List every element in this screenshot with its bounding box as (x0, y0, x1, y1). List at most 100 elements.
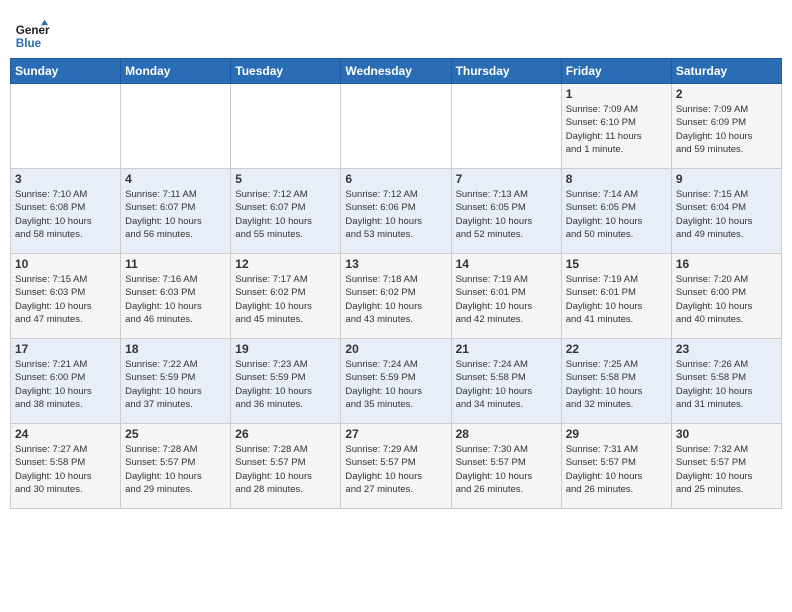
day-detail: Sunrise: 7:09 AM Sunset: 6:10 PM Dayligh… (566, 103, 667, 156)
calendar-cell: 7 Sunrise: 7:13 AM Sunset: 6:05 PM Daylig… (451, 169, 561, 254)
calendar-cell (121, 84, 231, 169)
day-detail: Sunrise: 7:15 AM Sunset: 6:03 PM Dayligh… (15, 273, 116, 326)
weekday-header: Saturday (671, 59, 781, 84)
calendar-cell: 5 Sunrise: 7:12 AM Sunset: 6:07 PM Daylig… (231, 169, 341, 254)
day-detail: Sunrise: 7:14 AM Sunset: 6:05 PM Dayligh… (566, 188, 667, 241)
day-number: 8 (566, 172, 667, 186)
calendar-cell (11, 84, 121, 169)
day-detail: Sunrise: 7:18 AM Sunset: 6:02 PM Dayligh… (345, 273, 446, 326)
day-number: 10 (15, 257, 116, 271)
day-detail: Sunrise: 7:19 AM Sunset: 6:01 PM Dayligh… (566, 273, 667, 326)
weekday-header: Sunday (11, 59, 121, 84)
calendar-table: SundayMondayTuesdayWednesdayThursdayFrid… (10, 58, 782, 509)
day-number: 9 (676, 172, 777, 186)
page-header: General Blue (10, 10, 782, 58)
weekday-header: Friday (561, 59, 671, 84)
calendar-cell: 8 Sunrise: 7:14 AM Sunset: 6:05 PM Daylig… (561, 169, 671, 254)
calendar-cell: 20 Sunrise: 7:24 AM Sunset: 5:59 PM Dayli… (341, 339, 451, 424)
day-number: 26 (235, 427, 336, 441)
calendar-cell: 4 Sunrise: 7:11 AM Sunset: 6:07 PM Daylig… (121, 169, 231, 254)
day-number: 22 (566, 342, 667, 356)
day-number: 21 (456, 342, 557, 356)
day-number: 11 (125, 257, 226, 271)
day-detail: Sunrise: 7:09 AM Sunset: 6:09 PM Dayligh… (676, 103, 777, 156)
day-number: 20 (345, 342, 446, 356)
calendar-cell: 18 Sunrise: 7:22 AM Sunset: 5:59 PM Dayli… (121, 339, 231, 424)
day-detail: Sunrise: 7:25 AM Sunset: 5:58 PM Dayligh… (566, 358, 667, 411)
logo-icon: General Blue (14, 18, 50, 54)
calendar-cell: 22 Sunrise: 7:25 AM Sunset: 5:58 PM Dayli… (561, 339, 671, 424)
day-number: 18 (125, 342, 226, 356)
calendar-cell: 17 Sunrise: 7:21 AM Sunset: 6:00 PM Dayli… (11, 339, 121, 424)
day-number: 1 (566, 87, 667, 101)
day-number: 12 (235, 257, 336, 271)
calendar-cell: 24 Sunrise: 7:27 AM Sunset: 5:58 PM Dayli… (11, 424, 121, 509)
day-detail: Sunrise: 7:12 AM Sunset: 6:07 PM Dayligh… (235, 188, 336, 241)
calendar-cell: 11 Sunrise: 7:16 AM Sunset: 6:03 PM Dayli… (121, 254, 231, 339)
calendar-cell: 9 Sunrise: 7:15 AM Sunset: 6:04 PM Daylig… (671, 169, 781, 254)
day-detail: Sunrise: 7:20 AM Sunset: 6:00 PM Dayligh… (676, 273, 777, 326)
day-detail: Sunrise: 7:31 AM Sunset: 5:57 PM Dayligh… (566, 443, 667, 496)
day-detail: Sunrise: 7:23 AM Sunset: 5:59 PM Dayligh… (235, 358, 336, 411)
day-detail: Sunrise: 7:16 AM Sunset: 6:03 PM Dayligh… (125, 273, 226, 326)
day-detail: Sunrise: 7:24 AM Sunset: 5:58 PM Dayligh… (456, 358, 557, 411)
day-number: 28 (456, 427, 557, 441)
calendar-cell: 2Sunrise: 7:09 AM Sunset: 6:09 PM Daylig… (671, 84, 781, 169)
day-detail: Sunrise: 7:13 AM Sunset: 6:05 PM Dayligh… (456, 188, 557, 241)
calendar-cell: 15 Sunrise: 7:19 AM Sunset: 6:01 PM Dayli… (561, 254, 671, 339)
day-detail: Sunrise: 7:11 AM Sunset: 6:07 PM Dayligh… (125, 188, 226, 241)
day-number: 4 (125, 172, 226, 186)
calendar-cell: 6Sunrise: 7:12 AM Sunset: 6:06 PM Daylig… (341, 169, 451, 254)
calendar-cell (451, 84, 561, 169)
weekday-header: Monday (121, 59, 231, 84)
day-detail: Sunrise: 7:28 AM Sunset: 5:57 PM Dayligh… (125, 443, 226, 496)
day-number: 14 (456, 257, 557, 271)
day-number: 30 (676, 427, 777, 441)
calendar-cell: 25Sunrise: 7:28 AM Sunset: 5:57 PM Dayli… (121, 424, 231, 509)
calendar-cell: 21 Sunrise: 7:24 AM Sunset: 5:58 PM Dayli… (451, 339, 561, 424)
weekday-header: Tuesday (231, 59, 341, 84)
calendar-cell: 3 Sunrise: 7:10 AM Sunset: 6:08 PM Daylig… (11, 169, 121, 254)
day-detail: Sunrise: 7:24 AM Sunset: 5:59 PM Dayligh… (345, 358, 446, 411)
day-number: 17 (15, 342, 116, 356)
weekday-header: Thursday (451, 59, 561, 84)
day-detail: Sunrise: 7:22 AM Sunset: 5:59 PM Dayligh… (125, 358, 226, 411)
calendar-cell: 26 Sunrise: 7:28 AM Sunset: 5:57 PM Dayli… (231, 424, 341, 509)
day-number: 13 (345, 257, 446, 271)
calendar-cell: 29Sunrise: 7:31 AM Sunset: 5:57 PM Dayli… (561, 424, 671, 509)
day-detail: Sunrise: 7:27 AM Sunset: 5:58 PM Dayligh… (15, 443, 116, 496)
day-number: 7 (456, 172, 557, 186)
calendar-cell: 16 Sunrise: 7:20 AM Sunset: 6:00 PM Dayli… (671, 254, 781, 339)
day-detail: Sunrise: 7:29 AM Sunset: 5:57 PM Dayligh… (345, 443, 446, 496)
svg-text:General: General (16, 24, 50, 37)
day-detail: Sunrise: 7:32 AM Sunset: 5:57 PM Dayligh… (676, 443, 777, 496)
calendar-cell: 19 Sunrise: 7:23 AM Sunset: 5:59 PM Dayli… (231, 339, 341, 424)
calendar-cell: 30 Sunrise: 7:32 AM Sunset: 5:57 PM Dayli… (671, 424, 781, 509)
calendar-cell (341, 84, 451, 169)
day-number: 16 (676, 257, 777, 271)
day-detail: Sunrise: 7:17 AM Sunset: 6:02 PM Dayligh… (235, 273, 336, 326)
calendar-cell: 28Sunrise: 7:30 AM Sunset: 5:57 PM Dayli… (451, 424, 561, 509)
weekday-header: Wednesday (341, 59, 451, 84)
day-number: 5 (235, 172, 336, 186)
calendar-cell: 14Sunrise: 7:19 AM Sunset: 6:01 PM Dayli… (451, 254, 561, 339)
calendar-cell: 13 Sunrise: 7:18 AM Sunset: 6:02 PM Dayli… (341, 254, 451, 339)
day-number: 27 (345, 427, 446, 441)
day-detail: Sunrise: 7:12 AM Sunset: 6:06 PM Dayligh… (345, 188, 446, 241)
calendar-cell (231, 84, 341, 169)
day-detail: Sunrise: 7:21 AM Sunset: 6:00 PM Dayligh… (15, 358, 116, 411)
day-detail: Sunrise: 7:26 AM Sunset: 5:58 PM Dayligh… (676, 358, 777, 411)
day-number: 24 (15, 427, 116, 441)
calendar-cell: 10 Sunrise: 7:15 AM Sunset: 6:03 PM Dayli… (11, 254, 121, 339)
day-number: 19 (235, 342, 336, 356)
day-detail: Sunrise: 7:10 AM Sunset: 6:08 PM Dayligh… (15, 188, 116, 241)
logo: General Blue (14, 18, 50, 54)
svg-text:Blue: Blue (16, 37, 42, 50)
day-number: 3 (15, 172, 116, 186)
day-number: 15 (566, 257, 667, 271)
calendar-cell: 27 Sunrise: 7:29 AM Sunset: 5:57 PM Dayli… (341, 424, 451, 509)
day-detail: Sunrise: 7:28 AM Sunset: 5:57 PM Dayligh… (235, 443, 336, 496)
calendar-cell: 12 Sunrise: 7:17 AM Sunset: 6:02 PM Dayli… (231, 254, 341, 339)
day-number: 23 (676, 342, 777, 356)
day-detail: Sunrise: 7:15 AM Sunset: 6:04 PM Dayligh… (676, 188, 777, 241)
